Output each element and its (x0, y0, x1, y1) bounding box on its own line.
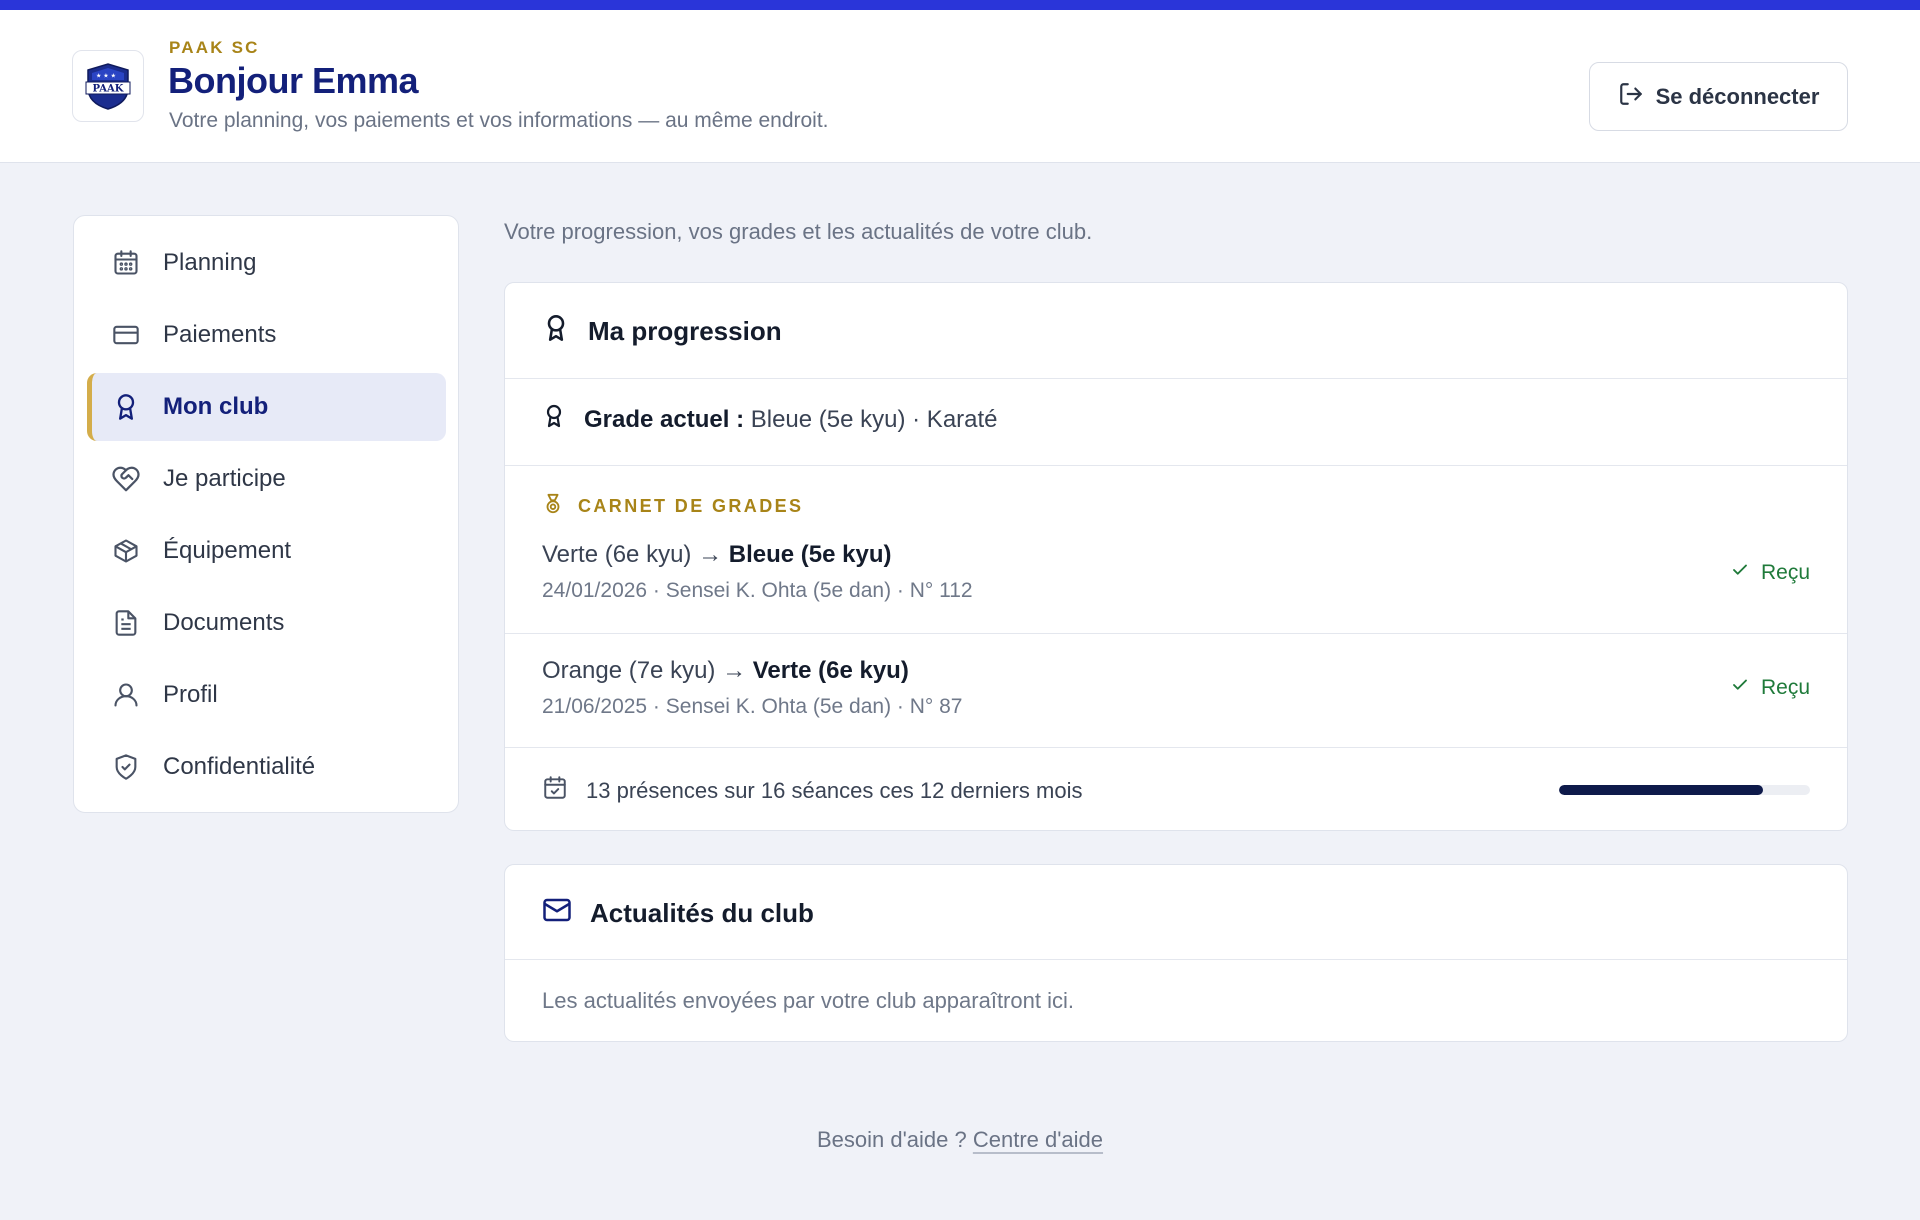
logout-icon (1618, 81, 1644, 113)
progression-card-title: Ma progression (542, 313, 782, 350)
logo-text: PAAK (92, 84, 123, 95)
current-grade-label: Grade actuel : (584, 405, 745, 433)
club-name: PAAK SC (169, 38, 260, 57)
award-icon (542, 403, 566, 436)
check-icon (1731, 676, 1749, 700)
current-grade-value: Bleue (5e kyu) · Karaté (750, 405, 998, 433)
sidebar-item-paiements[interactable]: Paiements (87, 301, 446, 369)
help-center-link[interactable]: Centre d'aide (973, 1127, 1103, 1152)
status-badge: Reçu (1731, 561, 1810, 585)
calendar-check-icon (542, 775, 568, 807)
heart-handshake-icon (111, 464, 141, 494)
divider (505, 378, 1847, 379)
attendance-row: 13 présences sur 16 séances ces 12 derni… (542, 775, 1082, 807)
sidebar-item-confidentialite[interactable]: Confidentialité (87, 733, 446, 801)
club-logo-badge-icon: ★ ★ ★ PAAK (85, 63, 131, 110)
grade-details: 21/06/2025 · Sensei K. Ohta (5e dan) · N… (542, 695, 963, 718)
divider (505, 465, 1847, 466)
current-grade-row: Grade actuel : Bleue (5e kyu) · Karaté (542, 403, 998, 436)
grade-from: Orange (7e kyu) → (542, 657, 753, 684)
calendar-icon (111, 248, 141, 278)
sidebar-item-label: Je participe (163, 465, 286, 492)
mail-icon (542, 895, 572, 932)
status-label: Reçu (1760, 561, 1810, 584)
section-intro: Votre progression, vos grades et les act… (504, 219, 1093, 244)
grade-transition: Verte (6e kyu) → Bleue (5e kyu) (542, 541, 891, 569)
news-card: Actualités du club Les actualités envoyé… (504, 864, 1848, 1042)
attendance-progress-bar (1559, 785, 1810, 795)
sidebar-item-label: Documents (163, 609, 285, 636)
status-badge: Reçu (1731, 676, 1810, 700)
medal-icon (542, 493, 564, 520)
carnet-label: CARNET DE GRADES (578, 496, 804, 516)
sidebar-item-label: Mon club (163, 393, 269, 420)
sidebar-item-mon-club[interactable]: Mon club (87, 373, 446, 441)
sidebar-item-label: Confidentialité (163, 753, 316, 780)
news-empty-text: Les actualités envoyées par votre club a… (542, 988, 1074, 1013)
page-subtitle: Votre planning, vos paiements et vos inf… (169, 109, 829, 132)
sidebar-nav: Planning Paiements Mon club Je participe… (73, 215, 459, 813)
grade-to: Bleue (5e kyu) (728, 541, 892, 568)
club-logo: ★ ★ ★ PAAK (72, 50, 144, 122)
credit-card-icon (111, 320, 141, 350)
page-header: ★ ★ ★ PAAK PAAK SC Bonjour Emma Votre pl… (0, 10, 1920, 163)
grade-from: Verte (6e kyu) → (542, 541, 729, 568)
news-card-title: Actualités du club (542, 895, 814, 932)
logout-label: Se déconnecter (1655, 83, 1820, 109)
attendance-progress-fill (1559, 785, 1763, 795)
card-title-text: Ma progression (588, 316, 782, 346)
sidebar-item-profil[interactable]: Profil (87, 661, 446, 729)
award-icon (542, 313, 570, 350)
logout-button[interactable]: Se déconnecter (1589, 62, 1848, 131)
divider (505, 959, 1847, 960)
grade-transition: Orange (7e kyu) → Verte (6e kyu) (542, 657, 909, 685)
help-text: Besoin d'aide ? (816, 1127, 967, 1152)
sidebar-item-equipement[interactable]: Équipement (87, 517, 446, 585)
grade-to: Verte (6e kyu) (752, 657, 909, 684)
status-label: Reçu (1760, 676, 1810, 699)
attendance-text: 13 présences sur 16 séances ces 12 derni… (586, 778, 1083, 803)
carnet-header: CARNET DE GRADES (542, 493, 803, 520)
sidebar-item-documents[interactable]: Documents (87, 589, 446, 657)
sidebar-item-label: Profil (163, 681, 218, 708)
package-icon (111, 536, 141, 566)
sidebar-item-planning[interactable]: Planning (87, 229, 446, 297)
page-footer: Besoin d'aide ? Centre d'aide (0, 1127, 1920, 1153)
sidebar-item-label: Équipement (163, 537, 292, 564)
user-icon (111, 680, 141, 710)
page-title: Bonjour Emma (168, 60, 419, 101)
sidebar-item-label: Paiements (163, 321, 277, 348)
shield-check-icon (111, 752, 141, 782)
divider (505, 747, 1847, 748)
card-title-text: Actualités du club (590, 898, 814, 928)
divider (505, 633, 1847, 634)
award-icon (111, 392, 141, 422)
svg-text:★ ★ ★: ★ ★ ★ (96, 73, 116, 80)
sidebar-item-label: Planning (163, 249, 257, 276)
sidebar-item-je-participe[interactable]: Je participe (87, 445, 446, 513)
progression-card: Ma progression Grade actuel : Bleue (5e … (504, 282, 1848, 831)
top-accent-bar (0, 0, 1920, 10)
grade-details: 24/01/2026 · Sensei K. Ohta (5e dan) · N… (542, 579, 973, 602)
check-icon (1731, 561, 1749, 585)
document-icon (111, 608, 141, 638)
